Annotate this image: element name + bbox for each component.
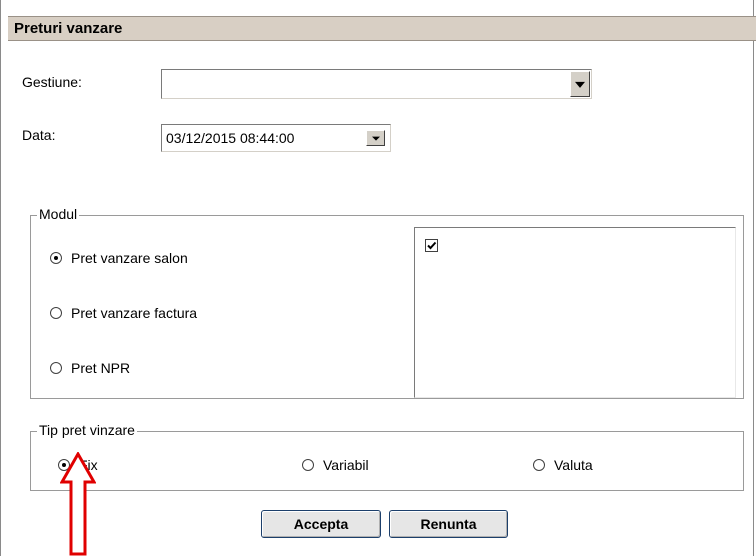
radio-valuta[interactable]: Valuta [533, 457, 593, 473]
radio-unselected-icon [50, 362, 62, 374]
tip-pret-legend: Tip pret vinzare [37, 422, 137, 438]
gestiune-dropdown[interactable] [161, 69, 592, 99]
red-up-arrow-icon [60, 452, 96, 556]
data-datetime-picker[interactable]: 03/12/2015 08:44:00 [161, 124, 391, 152]
radio-label: Pret NPR [71, 360, 131, 376]
radio-pret-vanzare-salon[interactable]: Pret vanzare salon [50, 250, 188, 266]
gestiune-dropdown-button[interactable] [570, 71, 590, 97]
radio-pret-npr[interactable]: Pret NPR [50, 360, 130, 376]
radio-variabil[interactable]: Variabil [302, 457, 369, 473]
data-label: Data: [22, 127, 56, 143]
tip-pret-group: Tip pret vinzare [30, 422, 744, 491]
gestiune-label: Gestiune: [22, 74, 82, 90]
modul-legend: Modul [37, 206, 80, 222]
accept-button[interactable]: Accepta [261, 510, 381, 538]
data-value: 03/12/2015 08:44:00 [166, 130, 295, 146]
radio-label: Pret vanzare salon [71, 250, 188, 266]
radio-label: Pret vanzare factura [71, 305, 198, 321]
radio-unselected-icon [533, 459, 545, 471]
checkmark-icon [427, 241, 437, 250]
radio-unselected-icon [302, 459, 314, 471]
modul-checklist[interactable] [414, 227, 736, 398]
data-dropdown-button[interactable] [366, 130, 385, 146]
chevron-down-icon [575, 81, 585, 88]
window-title: Preturi vanzare [14, 20, 123, 37]
radio-selected-icon [50, 252, 62, 264]
radio-unselected-icon [50, 307, 62, 319]
chevron-down-icon [371, 136, 380, 141]
checklist-item-checkbox[interactable] [425, 239, 438, 252]
radio-pret-vanzare-factura[interactable]: Pret vanzare factura [50, 305, 197, 321]
cancel-button[interactable]: Renunta [389, 510, 508, 538]
radio-label: Variabil [323, 457, 369, 473]
radio-label: Valuta [554, 457, 593, 473]
title-bar: Preturi vanzare [8, 16, 756, 41]
